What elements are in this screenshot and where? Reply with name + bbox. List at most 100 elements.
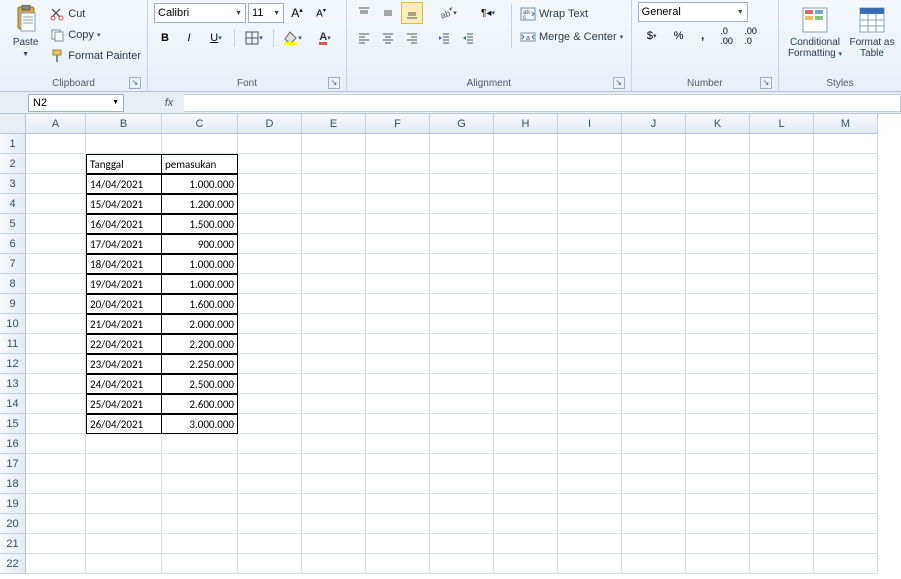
cell[interactable]: [26, 314, 86, 334]
cell[interactable]: [558, 274, 622, 294]
number-format-combo[interactable]: General▼: [638, 2, 748, 22]
row-header[interactable]: 21: [0, 534, 25, 554]
cell[interactable]: [558, 494, 622, 514]
cell[interactable]: [622, 434, 686, 454]
cell[interactable]: [162, 534, 238, 554]
cell[interactable]: [814, 334, 878, 354]
column-header[interactable]: F: [366, 114, 430, 133]
decrease-indent-button[interactable]: [433, 27, 455, 49]
font-color-button[interactable]: A ▾: [310, 27, 340, 49]
cell[interactable]: [162, 494, 238, 514]
cell[interactable]: [238, 154, 302, 174]
cell[interactable]: [302, 274, 366, 294]
cell[interactable]: [430, 234, 494, 254]
cell[interactable]: [686, 314, 750, 334]
cell[interactable]: [558, 294, 622, 314]
cell[interactable]: [162, 514, 238, 534]
cell[interactable]: [622, 214, 686, 234]
cell[interactable]: [302, 514, 366, 534]
cell[interactable]: [494, 254, 558, 274]
column-header[interactable]: G: [430, 114, 494, 133]
cell[interactable]: [814, 194, 878, 214]
cell[interactable]: 18/04/2021: [86, 254, 162, 274]
cell[interactable]: [494, 314, 558, 334]
font-launcher[interactable]: ↘: [328, 77, 340, 89]
cell[interactable]: [430, 174, 494, 194]
cell[interactable]: [558, 354, 622, 374]
cell[interactable]: [494, 274, 558, 294]
cell[interactable]: [302, 214, 366, 234]
cell[interactable]: [814, 314, 878, 334]
conditional-formatting-button[interactable]: Conditional Formatting ▾: [785, 2, 845, 60]
italic-button[interactable]: I: [178, 27, 200, 49]
cell[interactable]: [86, 514, 162, 534]
cell[interactable]: [622, 534, 686, 554]
cell[interactable]: [366, 374, 430, 394]
cell[interactable]: [26, 514, 86, 534]
row-header[interactable]: 12: [0, 354, 25, 374]
cell[interactable]: [86, 434, 162, 454]
cell[interactable]: [814, 394, 878, 414]
cell[interactable]: 1.000.000: [162, 274, 238, 294]
cell[interactable]: [686, 154, 750, 174]
row-header[interactable]: 22: [0, 554, 25, 574]
cell[interactable]: [750, 394, 814, 414]
cell[interactable]: [162, 454, 238, 474]
cell[interactable]: [238, 394, 302, 414]
cell[interactable]: 3.000.000: [162, 414, 238, 434]
cell[interactable]: [750, 174, 814, 194]
cell[interactable]: [86, 554, 162, 574]
cell[interactable]: [430, 394, 494, 414]
cell[interactable]: [494, 554, 558, 574]
cell[interactable]: 17/04/2021: [86, 234, 162, 254]
cell[interactable]: [686, 394, 750, 414]
cell[interactable]: [622, 494, 686, 514]
cell[interactable]: [26, 234, 86, 254]
cell[interactable]: [366, 394, 430, 414]
cell[interactable]: [814, 494, 878, 514]
cell[interactable]: 1.000.000: [162, 254, 238, 274]
cell[interactable]: [302, 534, 366, 554]
row-header[interactable]: 20: [0, 514, 25, 534]
cell[interactable]: [558, 134, 622, 154]
cell[interactable]: [750, 534, 814, 554]
column-header[interactable]: E: [302, 114, 366, 133]
cell[interactable]: [238, 294, 302, 314]
cell[interactable]: [366, 354, 430, 374]
cell[interactable]: [238, 194, 302, 214]
cell[interactable]: 19/04/2021: [86, 274, 162, 294]
cell[interactable]: [494, 334, 558, 354]
cell[interactable]: [814, 554, 878, 574]
cell[interactable]: [494, 394, 558, 414]
cell[interactable]: [686, 194, 750, 214]
cell[interactable]: [26, 134, 86, 154]
row-header[interactable]: 16: [0, 434, 25, 454]
cell[interactable]: [366, 334, 430, 354]
row-header[interactable]: 5: [0, 214, 25, 234]
cell[interactable]: [494, 294, 558, 314]
row-header[interactable]: 9: [0, 294, 25, 314]
cell[interactable]: [238, 454, 302, 474]
column-header[interactable]: K: [686, 114, 750, 133]
cell[interactable]: [86, 134, 162, 154]
cell[interactable]: [430, 294, 494, 314]
cell[interactable]: [302, 434, 366, 454]
cell[interactable]: [622, 554, 686, 574]
row-header[interactable]: 13: [0, 374, 25, 394]
cell[interactable]: [26, 434, 86, 454]
cell[interactable]: [494, 134, 558, 154]
cell[interactable]: [430, 434, 494, 454]
orientation-button[interactable]: ab▾: [433, 2, 463, 24]
cell[interactable]: [558, 334, 622, 354]
cell[interactable]: [558, 534, 622, 554]
cell[interactable]: [814, 234, 878, 254]
cell[interactable]: [366, 494, 430, 514]
cell[interactable]: [430, 314, 494, 334]
cut-button[interactable]: Cut: [49, 4, 141, 24]
cell[interactable]: 16/04/2021: [86, 214, 162, 234]
row-header[interactable]: 1: [0, 134, 25, 154]
row-header[interactable]: 11: [0, 334, 25, 354]
cell[interactable]: [686, 274, 750, 294]
cell[interactable]: [814, 294, 878, 314]
cell[interactable]: [26, 554, 86, 574]
